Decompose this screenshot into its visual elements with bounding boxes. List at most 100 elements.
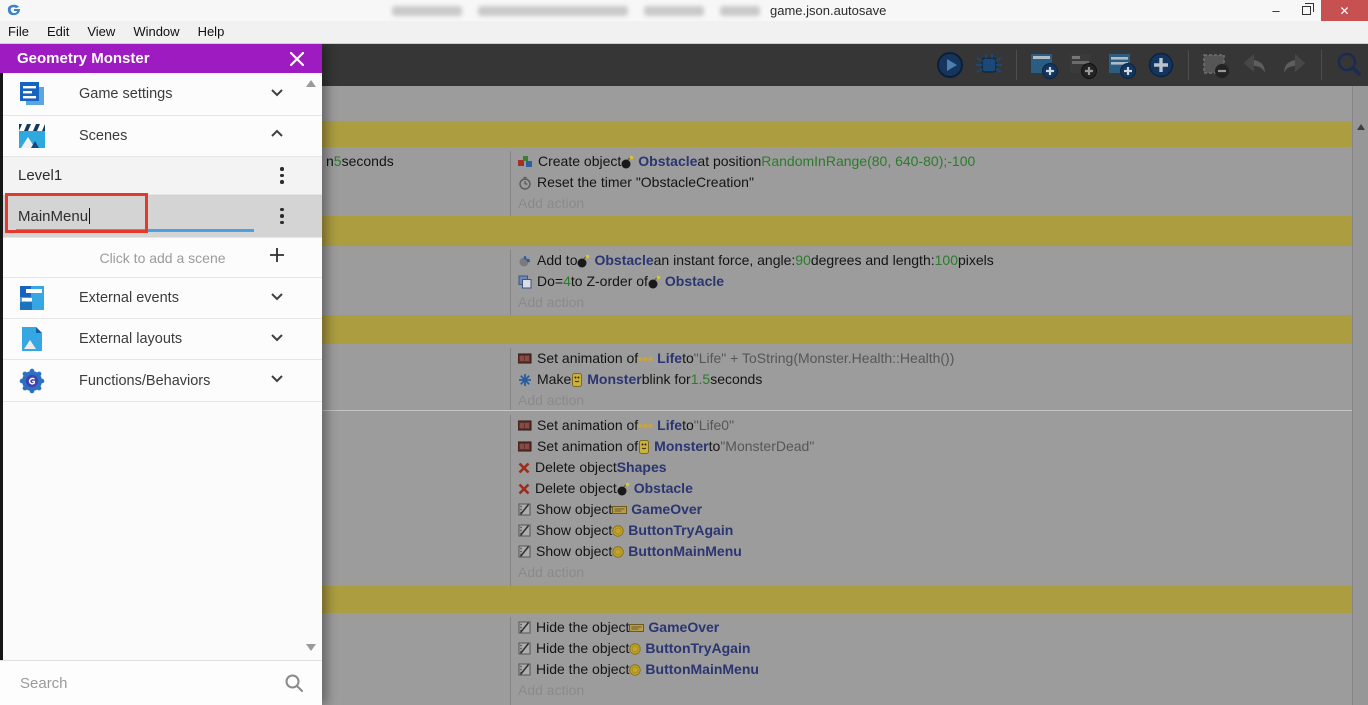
comment-bar[interactable] [322, 586, 1352, 613]
game-settings-icon [18, 80, 46, 108]
actions-column[interactable]: Set animation of Life to "Life0" Set anim… [511, 415, 1352, 586]
event-block[interactable]: Set animation of Life to "Life0" Set anim… [322, 410, 1352, 586]
search-input[interactable] [20, 674, 260, 692]
search-bar [0, 660, 322, 705]
action-row[interactable]: Set animation of Life to "Life" + ToStri… [518, 348, 1352, 369]
conditions-column[interactable] [322, 250, 511, 315]
conditions-column[interactable]: n 5 seconds [322, 151, 511, 216]
bomb-icon [577, 254, 590, 268]
actions-column[interactable]: Add to Obstacle an instant force, angle:… [511, 250, 1352, 315]
scenes-icon [18, 122, 46, 150]
event-block[interactable]: n 5 seconds Create object Obstacle at pos… [322, 147, 1352, 216]
add-action-button[interactable]: Add action [518, 680, 1352, 701]
condition-row[interactable]: n 5 seconds [326, 151, 510, 172]
row-external-events[interactable]: External events [3, 278, 322, 319]
add-other-event-button[interactable] [1146, 50, 1176, 80]
sidebar-scroll-up-icon[interactable] [306, 80, 316, 87]
action-row[interactable]: Show object ButtonTryAgain [518, 520, 1352, 541]
comment-bar[interactable] [322, 216, 1352, 246]
functions-behaviors-icon [18, 367, 46, 395]
scenes-label: Scenes [79, 128, 128, 144]
conditions-column[interactable] [322, 617, 511, 705]
chevron-down-icon[interactable] [268, 83, 286, 106]
menu-item-window[interactable]: Window [124, 21, 188, 43]
action-row[interactable]: Show object GameOver [518, 499, 1352, 520]
restore-icon [1301, 3, 1314, 15]
conditions-column[interactable] [322, 348, 511, 410]
add-action-button[interactable]: Add action [518, 292, 1352, 313]
add-action-button[interactable]: Add action [518, 390, 1352, 410]
chevron-down-icon[interactable] [268, 287, 286, 310]
actions-column[interactable]: Create object Obstacle at position Rando… [511, 151, 1352, 216]
row-external-layouts[interactable]: External layouts [3, 319, 322, 360]
chevron-down-icon[interactable] [268, 369, 286, 392]
actions-column[interactable]: Set animation of Life to "Life" + ToStri… [511, 348, 1352, 410]
title-bar: game.json.autosave – ✕ [0, 0, 1368, 21]
row-scenes[interactable]: Scenes [3, 116, 322, 157]
action-row[interactable]: Hide the object ButtonTryAgain [518, 638, 1352, 659]
action-row[interactable]: Set animation of Monster to "MonsterDead… [518, 436, 1352, 457]
action-row[interactable]: Create object Obstacle at position Rando… [518, 151, 1352, 172]
delete-icon [518, 462, 530, 474]
set-animation-icon [518, 352, 532, 365]
event-block[interactable]: Hide the object GameOver Hide the object … [322, 613, 1352, 705]
row-game-settings[interactable]: Game settings [3, 73, 322, 116]
action-row[interactable]: Hide the object GameOver [518, 617, 1352, 638]
close-button[interactable]: ✕ [1321, 0, 1368, 21]
add-action-button[interactable]: Add action [518, 562, 1352, 583]
action-row[interactable]: Make Monster blink for 1.5 seconds [518, 369, 1352, 390]
banner-icon [612, 504, 628, 516]
bomb-icon [617, 482, 630, 496]
search-button[interactable] [1334, 50, 1364, 80]
undo-button[interactable] [1240, 50, 1270, 80]
redo-button[interactable] [1279, 50, 1309, 80]
menu-item-help[interactable]: Help [189, 21, 234, 43]
add-comment-button[interactable] [1107, 50, 1137, 80]
action-row[interactable]: Set animation of Life to "Life0" [518, 415, 1352, 436]
events-scrollbar[interactable] [1352, 86, 1368, 705]
minimize-button[interactable]: – [1261, 0, 1291, 21]
force-icon [518, 254, 532, 268]
conditions-column[interactable] [322, 415, 511, 586]
visibility-icon [518, 503, 531, 516]
action-row[interactable]: Reset the timer "ObstacleCreation" [518, 172, 1352, 193]
bomb-icon [648, 275, 661, 289]
kebab-menu-icon[interactable] [275, 206, 289, 226]
chevron-up-icon[interactable] [268, 125, 286, 148]
plus-icon[interactable] [268, 246, 286, 269]
scroll-up-icon[interactable] [1357, 124, 1365, 130]
actions-column[interactable]: Hide the object GameOver Hide the object … [511, 617, 1352, 705]
event-block[interactable]: Add to Obstacle an instant force, angle:… [322, 246, 1352, 315]
action-row[interactable]: Show object ButtonMainMenu [518, 541, 1352, 562]
delete-event-button[interactable] [1201, 50, 1231, 80]
sidebar-scroll-down-icon[interactable] [306, 644, 316, 651]
hearts-icon [638, 355, 653, 363]
scene-item-level1[interactable]: Level1 [3, 157, 322, 195]
kebab-menu-icon[interactable] [275, 166, 289, 186]
event-block[interactable]: Set animation of Life to "Life" + ToStri… [322, 344, 1352, 410]
restore-button[interactable] [1291, 0, 1321, 21]
project-manager-list: Game settings Scenes Level1 MainMenu Cli… [0, 73, 322, 660]
menu-item-edit[interactable]: Edit [38, 21, 78, 43]
toolbar-separator [1016, 50, 1017, 80]
add-scene-button[interactable]: Click to add a scene [3, 238, 322, 278]
action-row[interactable]: Hide the object ButtonMainMenu [518, 659, 1352, 680]
close-panel-button[interactable] [288, 50, 306, 68]
chevron-down-icon[interactable] [268, 328, 286, 351]
add-event-button[interactable] [1029, 50, 1059, 80]
comment-bar[interactable] [322, 315, 1352, 344]
menu-item-view[interactable]: View [78, 21, 124, 43]
action-row[interactable]: Do = 4 to Z-order of Obstacle [518, 271, 1352, 292]
comment-bar[interactable] [322, 121, 1352, 147]
play-button[interactable] [935, 50, 965, 80]
action-row[interactable]: Add to Obstacle an instant force, angle:… [518, 250, 1352, 271]
action-row[interactable]: Delete object Shapes [518, 457, 1352, 478]
add-subevent-button[interactable] [1068, 50, 1098, 80]
menu-item-file[interactable]: File [0, 21, 38, 43]
search-icon[interactable] [284, 673, 304, 698]
row-functions-behaviors[interactable]: Functions/Behaviors [3, 360, 322, 402]
debug-button[interactable] [974, 50, 1004, 80]
coin-icon [612, 524, 624, 537]
action-row[interactable]: Delete object Obstacle [518, 478, 1352, 499]
add-action-button[interactable]: Add action [518, 193, 1352, 214]
